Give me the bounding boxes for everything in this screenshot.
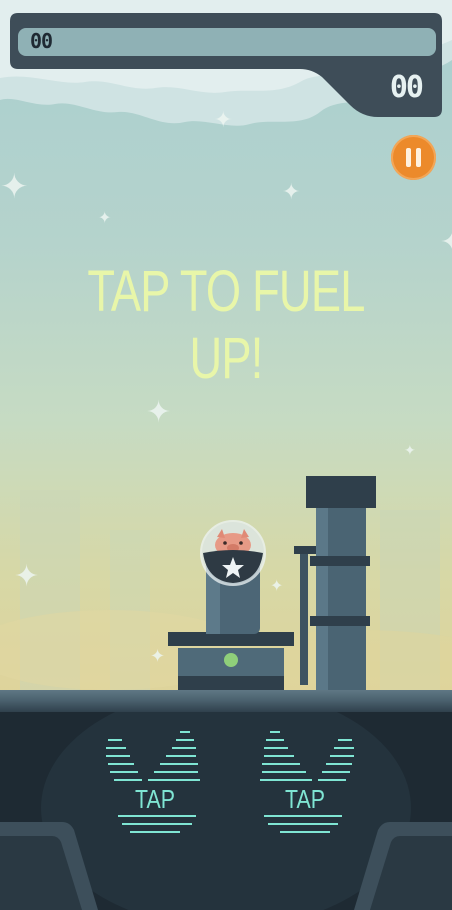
tap-button-right[interactable]: TAP — [250, 722, 360, 842]
tap-label-right: TAP — [285, 784, 325, 814]
sparkle-icon: ✦ — [404, 443, 416, 459]
launch-structure — [168, 476, 376, 693]
sparkle-icon: ✦ — [0, 167, 29, 207]
fuel-progress-bar — [18, 28, 436, 56]
pig-astronaut — [200, 520, 266, 586]
ground — [0, 690, 452, 714]
sparkle-icon: ✦ — [440, 228, 452, 258]
score-counter: 00 — [389, 70, 424, 105]
tap-to-fuel-prompt: TAP TO FUEL UP! — [87, 259, 365, 391]
tap-label-left: TAP — [135, 784, 175, 814]
sparkle-icon: ✦ — [282, 180, 301, 205]
tap-chevron-icon — [260, 731, 354, 833]
sparkle-icon: ✦ — [146, 395, 172, 430]
tap-button-left[interactable]: TAP — [100, 722, 210, 842]
tap-chevron-icon — [106, 731, 200, 833]
sparkle-icon: ✦ — [14, 559, 40, 594]
sparkle-icon: ✦ — [98, 208, 112, 227]
control-panel-decor — [0, 712, 452, 910]
progress-counter: 00 — [30, 29, 53, 53]
pause-button[interactable] — [391, 135, 436, 180]
